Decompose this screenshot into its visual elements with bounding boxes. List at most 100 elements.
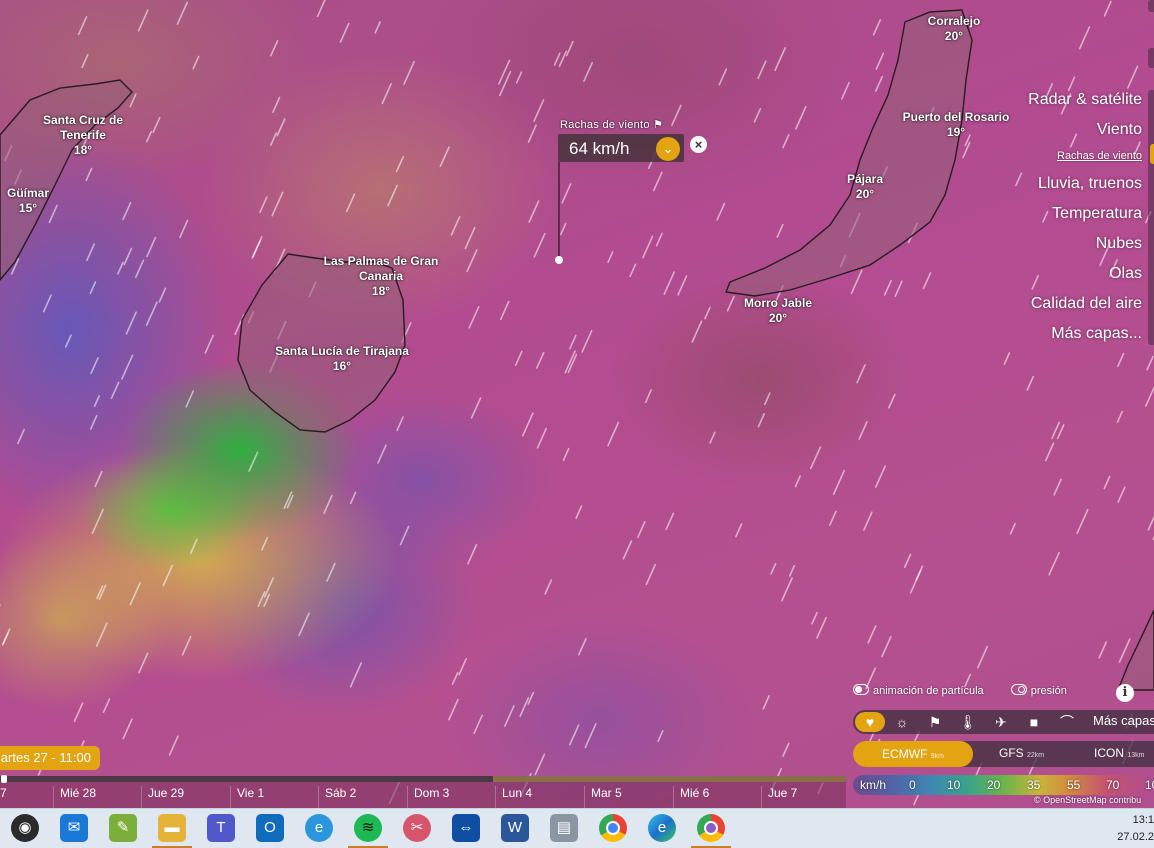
snipping-tool-icon[interactable]: ✂: [403, 814, 431, 842]
wind-particle: [788, 564, 796, 577]
close-icon[interactable]: ×: [690, 136, 707, 153]
timeline-day[interactable]: Mié 28: [53, 786, 96, 808]
wind-particle: [168, 735, 179, 756]
menu-clouds[interactable]: Nubes: [1028, 229, 1142, 259]
map-attribution[interactable]: © OpenStreetMap contribu: [1034, 795, 1141, 805]
wind-particle: [77, 16, 88, 36]
internet-explorer-icon[interactable]: e: [305, 814, 333, 842]
edge-icon[interactable]: e: [648, 814, 676, 842]
timeline[interactable]: 7 Mié 28 Jue 29 Vie 1 Sáb 2 Dom 3 Lun 4 …: [0, 775, 846, 808]
menu-rain-thunder[interactable]: Lluvia, truenos: [1028, 169, 1142, 199]
overlay-icon-bar: ♥ ☼ ⚑ 🌡︎ ✈ ■ ⌒ Más capas: [853, 710, 1154, 734]
wind-particle: [152, 116, 161, 134]
wind-particle: [874, 75, 884, 92]
chrome-icon[interactable]: [599, 814, 627, 842]
city-label[interactable]: Santa Cruz de Tenerife 18°: [43, 113, 123, 158]
info-icon[interactable]: i: [1116, 684, 1134, 702]
particle-animation-toggle[interactable]: animación de partícula: [853, 684, 996, 697]
timeline-day[interactable]: 7: [0, 786, 7, 808]
wind-particle: [1147, 515, 1154, 531]
mail-icon[interactable]: ✉: [60, 814, 88, 842]
city-name: Las Palmas de Gran: [323, 254, 439, 268]
wind-particle: [122, 718, 133, 740]
timeline-day[interactable]: Mar 5: [584, 786, 622, 808]
obs-icon[interactable]: ◉: [11, 814, 39, 842]
model-icon[interactable]: ICON 13km: [1094, 746, 1144, 760]
wind-particle: [581, 330, 593, 353]
city-label[interactable]: Santa Lucía de Tirajana 16°: [275, 344, 409, 374]
menu-temperature[interactable]: Temperatura: [1028, 199, 1142, 229]
menu-radar-satellite[interactable]: Radar & satélite: [1028, 85, 1142, 115]
wind-particle: [85, 167, 93, 182]
pressure-toggle[interactable]: presión: [1010, 684, 1079, 697]
city-label[interactable]: Puerto del Rosario 19°: [903, 110, 1010, 140]
wind-particle: [381, 83, 392, 105]
scale-value: 35: [1027, 778, 1041, 792]
word-icon[interactable]: W: [501, 814, 529, 842]
notepad-icon[interactable]: ✎: [109, 814, 137, 842]
outlook-icon[interactable]: O: [256, 814, 284, 842]
more-layers-button[interactable]: Más capas: [1093, 713, 1154, 728]
wind-particle: [158, 287, 167, 303]
wind-particle: [1146, 355, 1154, 371]
timeline-day[interactable]: Mié 6: [673, 786, 709, 808]
current-time-label: Martes 27 - 11:00: [0, 750, 91, 765]
city-label[interactable]: Pájara 20°: [847, 172, 883, 202]
menu-waves[interactable]: Olas: [1028, 259, 1142, 289]
flag-icon[interactable]: ⚑: [920, 712, 950, 732]
wind-gust-picker[interactable]: Rachas de viento ⚑ 64 km/h ⌄ ×: [555, 118, 707, 264]
timeline-day[interactable]: Dom 3: [407, 786, 449, 808]
timeline-bar[interactable]: [0, 775, 846, 783]
weather-map[interactable]: Santa Cruz de Tenerife 18° Güímar 15° Las Pal…: [0, 0, 1154, 808]
tenerife-island: [0, 79, 133, 282]
city-temperature: 15°: [18, 201, 38, 215]
file-explorer-icon[interactable]: ▬: [152, 814, 192, 848]
menu-wind[interactable]: Viento: [1028, 115, 1142, 145]
wind-particle: [125, 311, 137, 335]
wind-particle: [521, 412, 534, 437]
edge-tab[interactable]: [1148, 0, 1154, 12]
plane-icon[interactable]: ✈: [986, 712, 1016, 732]
menu-more-layers[interactable]: Más capas...: [1028, 319, 1142, 349]
model-gfs[interactable]: GFS 22km: [999, 746, 1044, 760]
wind-particle: [498, 70, 512, 97]
wind-particle: [1048, 551, 1060, 576]
city-label[interactable]: Güímar 15°: [7, 186, 49, 216]
heart-icon[interactable]: ♥: [855, 712, 885, 732]
chrome-profile-icon[interactable]: [691, 814, 731, 848]
thermometer-icon[interactable]: 🌡︎: [953, 712, 983, 732]
sun-cloud-icon[interactable]: ☼: [887, 712, 917, 732]
city-label[interactable]: Corralejo 20°: [928, 14, 981, 44]
timeline-handle[interactable]: [1, 775, 7, 783]
timeline-day[interactable]: Jue 7: [761, 786, 797, 808]
menu-air-quality[interactable]: Calidad del aire: [1028, 289, 1142, 319]
wind-particle: [326, 562, 336, 582]
city-label[interactable]: Morro Jable 20°: [744, 296, 812, 326]
camera-icon[interactable]: ■: [1019, 712, 1049, 732]
city-label[interactable]: Las Palmas de Gran Canaria 18°: [324, 254, 439, 299]
system-clock[interactable]: 13:1 27.02.2: [1117, 812, 1154, 846]
current-time-pill[interactable]: Martes 27 - 11:00: [0, 746, 100, 770]
edge-tab[interactable]: [1148, 48, 1154, 68]
model-ecmwf[interactable]: ECMWF 9km: [853, 741, 973, 767]
timeline-day[interactable]: Jue 29: [141, 786, 184, 808]
wind-particle: [138, 652, 149, 674]
picker-value-box[interactable]: 64 km/h ⌄: [558, 134, 684, 162]
wind-particle: [48, 204, 58, 224]
wind-particle: [146, 236, 157, 258]
teamviewer-icon[interactable]: ⇔: [452, 814, 480, 842]
picker-location-dot[interactable]: [555, 256, 563, 264]
timeline-day[interactable]: Sáb 2: [318, 786, 356, 808]
wind-particle: [179, 219, 189, 239]
paraglider-icon[interactable]: ⌒: [1052, 712, 1082, 732]
wind-particle: [607, 251, 614, 264]
wind-particle: [850, 269, 863, 295]
fax-scan-icon[interactable]: ▤: [550, 814, 578, 842]
teams-icon[interactable]: T: [207, 814, 235, 842]
timeline-day[interactable]: Lun 4: [495, 786, 532, 808]
menu-wind-gusts[interactable]: Rachas de viento: [1028, 145, 1142, 169]
timeline-day[interactable]: Vie 1: [230, 786, 264, 808]
chevron-down-icon[interactable]: ⌄: [656, 137, 680, 161]
spotify-icon[interactable]: ≋: [348, 814, 388, 848]
wind-particle: [816, 616, 827, 639]
